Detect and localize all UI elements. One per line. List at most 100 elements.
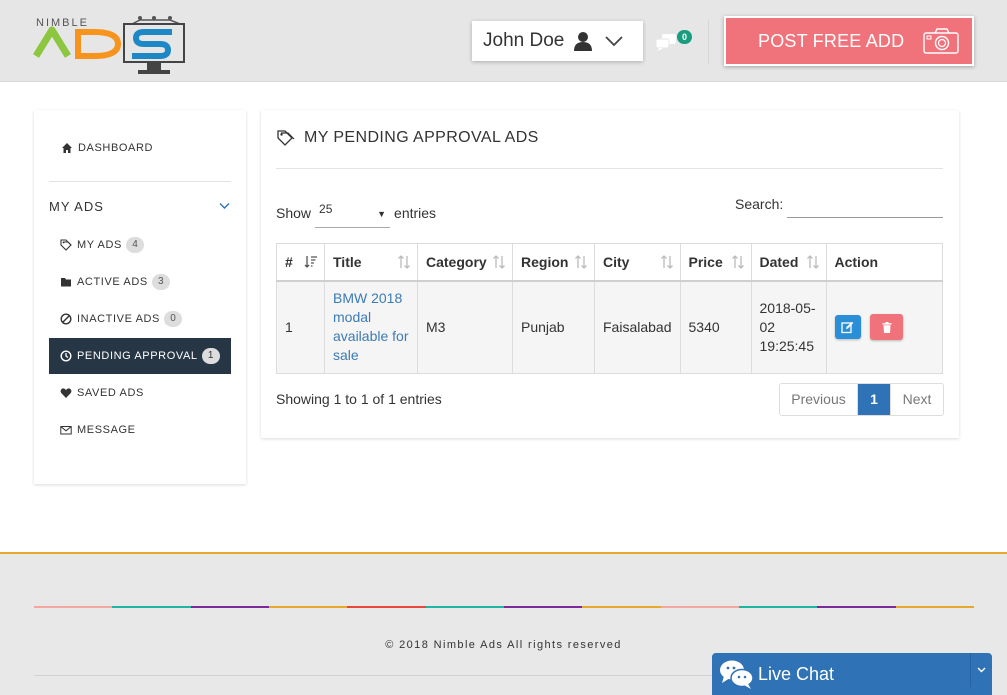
sidebar-item-message[interactable]: MESSAGE: [49, 412, 231, 448]
count-badge: 0: [164, 311, 182, 327]
previous-page-button[interactable]: Previous: [780, 384, 858, 415]
sidebar-divider: [49, 181, 231, 182]
chat-bubbles-icon[interactable]: [655, 33, 677, 51]
column-header-category[interactable]: Category: [417, 243, 513, 282]
stripe-segment: [738, 606, 818, 608]
cell-city: Faisalabad: [594, 280, 681, 374]
stripe-segment: [425, 606, 504, 608]
stripe-segment: [112, 606, 191, 608]
column-header-dated[interactable]: Dated: [750, 243, 827, 282]
cell-title: BMW 2018 modal available for sale: [324, 280, 418, 374]
stripe-segment: [190, 606, 269, 608]
svg-text:NIMBLE: NIMBLE: [36, 17, 89, 29]
sort-icon: [806, 255, 819, 269]
tags-icon: [60, 239, 72, 251]
cell-price: 5340: [679, 280, 752, 374]
sort-icon: [398, 255, 410, 269]
user-dropdown[interactable]: John Doe: [472, 21, 643, 61]
sidebar-item-label: MESSAGE: [77, 424, 136, 436]
stripe-segment: [34, 606, 113, 608]
column-header-title[interactable]: Title: [324, 243, 418, 282]
pending-ads-table: # Title Category Region City Price Dated…: [276, 243, 943, 374]
search-label: Search:: [735, 196, 784, 212]
page-title: MY PENDING APPROVAL ADS: [277, 129, 539, 147]
stripe-segment: [347, 606, 426, 608]
sidebar-item-active-ads[interactable]: ACTIVE ADS 3: [49, 264, 231, 300]
cell-number: 1: [276, 280, 325, 374]
sort-icon: [660, 255, 673, 269]
sidebar-item-label: DASHBOARD: [78, 142, 154, 154]
page-length-select[interactable]: 25 ▼: [315, 198, 391, 228]
post-free-ad-button[interactable]: POST FREE ADD: [724, 16, 974, 66]
stripe-segment: [817, 606, 896, 608]
table-info: Showing 1 to 1 of 1 entries: [276, 391, 442, 407]
search-input[interactable]: [787, 196, 943, 218]
cell-dated: 2018-05- 02 19:25:45: [750, 280, 827, 374]
user-name: John Doe: [483, 30, 565, 51]
live-chat-label: Live Chat: [758, 663, 835, 684]
page-1-button[interactable]: 1: [858, 384, 890, 415]
color-stripe: [34, 606, 974, 608]
page-title-text: MY PENDING APPROVAL ADS: [304, 129, 539, 146]
camera-icon: [923, 28, 960, 54]
envelope-icon: [60, 426, 72, 435]
sort-icon: [493, 255, 505, 269]
ban-icon: [60, 313, 72, 325]
home-icon: [62, 143, 72, 153]
column-header-action: Action: [825, 243, 943, 282]
show-label: Show: [276, 205, 312, 221]
pending-approval-panel: MY PENDING APPROVAL ADS Show 25 ▼ entrie…: [261, 110, 959, 438]
clock-icon: [60, 350, 72, 362]
sort-icon: [575, 255, 587, 269]
pagination: Previous 1 Next: [779, 383, 944, 416]
sidebar-item-dashboard[interactable]: DASHBOARD: [49, 130, 231, 166]
live-chat-toggle[interactable]: [970, 653, 992, 687]
column-header-price[interactable]: Price: [679, 243, 752, 282]
stripe-segment: [503, 606, 583, 608]
sidebar-item-saved-ads[interactable]: SAVED ADS: [49, 375, 231, 411]
tags-icon: [277, 130, 295, 146]
nimble-ads-logo[interactable]: NIMBLE: [32, 14, 188, 76]
cell-region: Punjab: [512, 280, 595, 374]
sidebar-item-inactive-ads[interactable]: INACTIVE ADS 0: [49, 301, 231, 337]
table-row: 1 BMW 2018 modal available for sale M3 P…: [276, 280, 943, 374]
copyright-text: © 2018 Nimble Ads All rights reserved: [385, 639, 622, 651]
entries-label: entries: [394, 205, 437, 221]
edit-button[interactable]: [834, 315, 861, 340]
edit-icon: [841, 321, 854, 333]
sidebar-item-label: MY ADS: [77, 239, 122, 251]
chevron-down-icon: [977, 667, 986, 673]
cell-category: M3: [417, 280, 513, 374]
sidebar-section-label: MY ADS: [49, 198, 104, 214]
chevron-down-icon: [605, 36, 623, 47]
messages-count-badge: 0: [677, 30, 692, 44]
cell-action: [825, 280, 943, 374]
stripe-segment: [895, 606, 974, 608]
count-badge: 1: [201, 348, 220, 364]
sidebar-item-label: ACTIVE ADS: [77, 276, 148, 288]
stripe-segment: [660, 606, 739, 608]
delete-button[interactable]: [870, 314, 904, 341]
header: NIMBLE John Doe 0 POST FREE ADD: [0, 0, 1007, 82]
column-header-city[interactable]: City: [594, 243, 681, 282]
next-page-button[interactable]: Next: [890, 384, 943, 415]
entries-length-control: Show 25 ▼ entries: [276, 198, 436, 228]
sidebar-item-pending-approval[interactable]: PENDING APPROVAL 1: [49, 338, 231, 374]
column-header-region[interactable]: Region: [512, 243, 595, 282]
sidebar-item-label: PENDING APPROVAL: [77, 350, 198, 362]
panel-divider: [276, 168, 943, 169]
ad-title-link[interactable]: BMW 2018 modal available for sale: [333, 289, 409, 365]
page-length-value: 25: [319, 202, 333, 216]
chat-bubbles-icon: [720, 660, 754, 689]
header-divider: [708, 20, 709, 64]
live-chat-button[interactable]: Live Chat: [712, 653, 992, 695]
sidebar: DASHBOARD MY ADS MY ADS 4 ACTIVE ADS 3 I…: [34, 110, 246, 484]
count-badge: 3: [151, 274, 170, 290]
caret-down-icon: ▼: [377, 209, 387, 219]
sidebar-section-my-ads[interactable]: MY ADS: [49, 196, 231, 216]
column-header-number[interactable]: #: [276, 243, 325, 282]
sidebar-item-my-ads[interactable]: MY ADS 4: [49, 227, 231, 263]
stripe-segment: [268, 606, 348, 608]
sidebar-item-label: SAVED ADS: [77, 387, 144, 399]
folder-icon: [61, 278, 71, 287]
